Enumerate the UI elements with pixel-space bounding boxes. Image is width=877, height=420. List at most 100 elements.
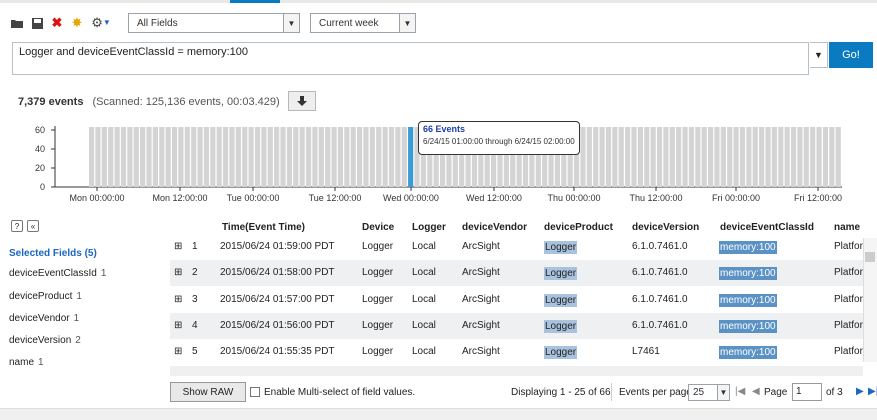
cell-product[interactable]: Logger <box>544 346 578 359</box>
histogram-bar <box>159 127 165 187</box>
table-row[interactable]: ⊞ 3 2015/06/24 01:57:00 PDT Logger Local… <box>170 287 863 313</box>
selected-fields-title[interactable]: Selected Fields (5) <box>9 248 97 259</box>
cell-product[interactable]: Logger <box>544 294 578 307</box>
histogram-bar <box>759 127 765 187</box>
field-item[interactable]: deviceVersion 2 <box>9 335 81 346</box>
collapse-icon[interactable]: « <box>27 220 39 232</box>
page-input[interactable]: 1 <box>792 383 822 401</box>
cell-classid[interactable]: memory:100 <box>719 320 777 333</box>
expand-icon[interactable]: ⊞ <box>174 241 182 252</box>
cell-time: 2015/06/24 01:59:00 PDT <box>220 241 335 252</box>
query-history-dropdown[interactable]: ▼ <box>810 42 828 68</box>
histogram-bar <box>682 127 688 187</box>
scrollbar-thumb[interactable] <box>865 252 875 262</box>
histogram-bar <box>625 127 631 187</box>
cell-vendor: ArcSight <box>462 294 500 305</box>
field-item[interactable]: name 1 <box>9 357 44 368</box>
cell-version: 6.1.0.7461.0 <box>632 241 688 252</box>
histogram-bar <box>223 127 229 187</box>
column-header-device[interactable]: Device <box>362 222 394 233</box>
go-button[interactable]: Go! <box>829 42 873 68</box>
histogram-bar <box>631 127 637 187</box>
histogram-bar <box>765 127 771 187</box>
cell-version: 6.1.0.7461.0 <box>632 294 688 305</box>
histogram-bar <box>778 127 784 187</box>
histogram-bar <box>408 127 414 187</box>
histogram-bar <box>350 127 356 187</box>
table-row[interactable]: ⊞ 5 2015/06/24 01:55:35 PDT Logger Local… <box>170 339 863 365</box>
histogram-bar <box>337 127 344 187</box>
expand-icon[interactable]: ⊞ <box>174 267 182 278</box>
histogram-bar <box>133 127 139 187</box>
next-page-icon[interactable]: ▶ <box>856 386 864 397</box>
histogram-bar <box>637 127 643 187</box>
histogram-bar <box>599 127 605 187</box>
cell-product[interactable]: Logger <box>544 320 578 333</box>
histogram-bar <box>210 127 216 187</box>
table-row[interactable]: ⊞ 4 2015/06/24 01:56:00 PDT Logger Local… <box>170 313 863 339</box>
clear-wand-icon[interactable]: ✸ <box>70 16 84 30</box>
cell-device: Logger <box>362 267 394 278</box>
x-tick-label: Thu 00:00:00 <box>547 193 600 203</box>
results-summary: 7,379 events (Scanned: 125,136 events, 0… <box>18 96 280 108</box>
expand-icon[interactable]: ⊞ <box>174 294 182 305</box>
cell-classid[interactable]: memory:100 <box>719 241 777 254</box>
table-footer: Show RAW Enable Multi-select of field va… <box>170 380 877 406</box>
prev-page-icon[interactable]: ◀ <box>752 386 760 397</box>
histogram-bar <box>790 127 797 187</box>
multiselect-label: Enable Multi-select of field values. <box>264 387 416 398</box>
cell-version: 6.1.0.7461.0 <box>632 267 688 278</box>
cell-classid[interactable]: memory:100 <box>719 294 777 307</box>
cell-product[interactable]: Logger <box>544 241 578 254</box>
cell-classid[interactable]: memory:100 <box>719 267 777 280</box>
show-raw-button[interactable]: Show RAW <box>170 382 246 402</box>
expand-icon[interactable]: ⊞ <box>174 346 182 357</box>
sidebar-controls: ? « <box>11 220 39 232</box>
toolbar: ✖ ✸ ⚙ ▼ All Fields ▼ Current week ▼ <box>10 12 416 34</box>
histogram-bar <box>612 127 618 187</box>
last-page-icon[interactable]: ▶| <box>868 386 877 397</box>
histogram-bar <box>369 127 375 187</box>
histogram-bar <box>739 127 746 187</box>
cell-product[interactable]: Logger <box>544 267 578 280</box>
cell-device: Logger <box>362 241 394 252</box>
per-page-label: Events per page <box>619 387 692 398</box>
column-header-logger[interactable]: Logger <box>412 222 446 233</box>
table-row[interactable]: ⊞ 2 2015/06/24 01:58:00 PDT Logger Local… <box>170 260 863 286</box>
histogram-bar <box>299 127 305 187</box>
cell-device: Logger <box>362 320 394 331</box>
fields-select[interactable]: All Fields ▼ <box>128 13 300 33</box>
delete-icon[interactable]: ✖ <box>50 16 64 30</box>
scan-info: (Scanned: 125,136 events, 00:03.429) <box>92 96 280 108</box>
cell-logger: Local <box>412 267 436 278</box>
multiselect-checkbox[interactable] <box>250 387 260 397</box>
field-item[interactable]: deviceProduct 1 <box>9 291 82 302</box>
gear-icon[interactable]: ⚙ ▼ <box>90 16 112 30</box>
table-horizontal-scrollbar[interactable] <box>170 366 863 376</box>
time-range-select[interactable]: Current week ▼ <box>310 13 416 33</box>
column-header-classid[interactable]: deviceEventClassId <box>720 222 814 233</box>
first-page-icon[interactable]: |◀ <box>735 386 745 397</box>
help-icon[interactable]: ? <box>11 220 23 232</box>
histogram-bar <box>108 127 114 187</box>
expand-icon[interactable]: ⊞ <box>174 320 182 331</box>
table-row[interactable]: ⊞ 1 2015/06/24 01:59:00 PDT Logger Local… <box>170 234 863 260</box>
search-query-input[interactable]: Logger and deviceEventClassId = memory:1… <box>12 42 809 75</box>
column-header-product[interactable]: deviceProduct <box>544 222 613 233</box>
download-button[interactable] <box>288 91 316 111</box>
column-header-version[interactable]: deviceVersion <box>632 222 699 233</box>
column-header-name[interactable]: name <box>834 222 860 233</box>
save-icon[interactable] <box>30 16 44 30</box>
open-folder-icon[interactable] <box>10 16 24 30</box>
histogram-bar <box>305 127 312 187</box>
field-item[interactable]: deviceVendor 1 <box>9 313 79 324</box>
cell-classid[interactable]: memory:100 <box>719 346 777 359</box>
field-item[interactable]: deviceEventClassId 1 <box>9 268 106 279</box>
column-header-time[interactable]: Time(Event Time) <box>222 222 305 233</box>
histogram-bar <box>318 127 324 187</box>
per-page-select[interactable]: 25 ▼ <box>688 384 730 401</box>
column-header-vendor[interactable]: deviceVendor <box>462 222 527 233</box>
page-horizontal-scrollbar[interactable] <box>0 408 877 420</box>
histogram-bar <box>89 127 95 187</box>
histogram-bar <box>746 127 752 187</box>
